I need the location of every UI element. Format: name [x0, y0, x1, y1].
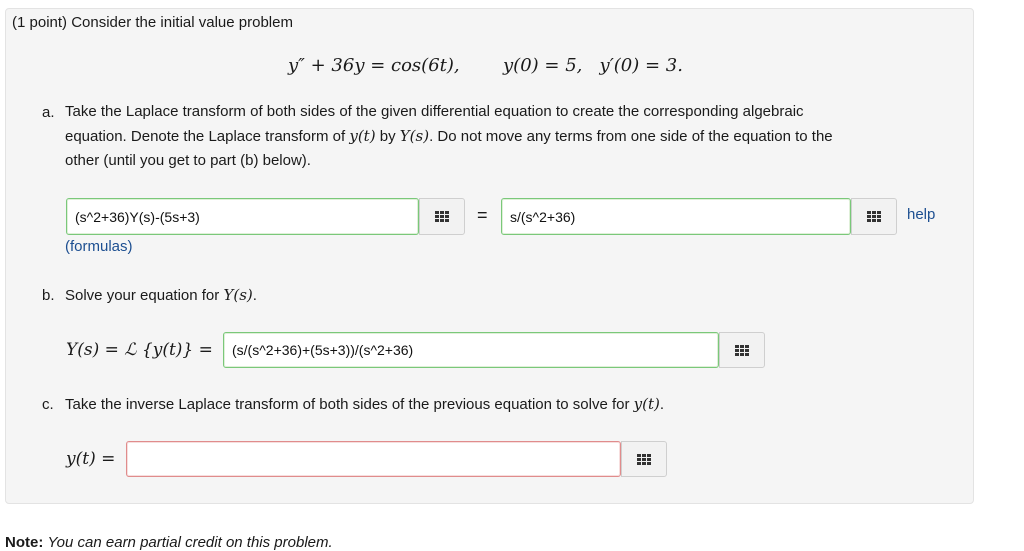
answer-a-left-input[interactable]: (s^2+36)Y(s)-(5s+3)	[66, 198, 419, 235]
part-a-line-2: equation. Denote the Laplace transform o…	[65, 124, 955, 149]
equation-editor-button-a-right[interactable]	[851, 198, 897, 235]
note-label: Note:	[5, 534, 44, 551]
math-Ys: Y(s)	[399, 127, 430, 145]
part-b-text-post: .	[252, 287, 257, 304]
part-c-text-pre: Take the inverse Laplace transform of bo…	[65, 396, 634, 413]
part-a-line-1: Take the Laplace transform of both sides…	[65, 103, 804, 120]
initial-conditions: y(0) = 5, y′(0) = 3.	[503, 55, 683, 76]
part-b-text: Solve your equation for Y(s).	[65, 283, 257, 308]
grid-icon	[435, 211, 449, 222]
note-text: You can earn partial credit on this prob…	[47, 534, 333, 551]
part-c-lhs: y(t) =	[66, 449, 116, 469]
part-b-text-pre: Solve your equation for	[65, 287, 224, 304]
math-yt: y(t)	[633, 395, 660, 413]
equation-editor-button-b[interactable]	[719, 332, 765, 368]
ode-equation: y″ + 36y = cos(6t),	[288, 55, 460, 76]
part-a-line-2-post: . Do not move any terms from one side of…	[429, 128, 833, 145]
help-link[interactable]: help	[907, 206, 935, 223]
math-yt: y(t)	[349, 127, 376, 145]
part-c-label: c.	[42, 396, 54, 413]
answer-a-right-input[interactable]: s/(s^2+36)	[501, 198, 851, 235]
grid-icon	[637, 453, 651, 465]
part-a-line-2-pre: equation. Denote the Laplace transform o…	[65, 128, 350, 145]
part-b-label: b.	[42, 287, 55, 304]
part-c-text-post: .	[659, 396, 665, 413]
answer-c-input[interactable]	[126, 441, 621, 477]
problem-intro: (1 point) Consider the initial value pro…	[12, 14, 293, 31]
answer-b-input[interactable]: (s/(s^2+36)+(5s+3))/(s^2+36)	[223, 332, 719, 368]
part-a-text: Take the Laplace transform of both sides…	[65, 100, 955, 173]
part-a-label: a.	[42, 104, 55, 121]
problem-panel	[5, 8, 974, 504]
equals-sign: =	[477, 205, 488, 225]
math-Ys: Y(s)	[223, 286, 253, 304]
grid-icon	[735, 344, 749, 356]
grid-icon	[867, 211, 881, 222]
formulas-link[interactable]: (formulas)	[65, 238, 133, 255]
equation-editor-button-c[interactable]	[621, 441, 667, 477]
partial-credit-note: Note: You can earn partial credit on thi…	[5, 534, 333, 551]
part-c-text: Take the inverse Laplace transform of bo…	[65, 392, 664, 417]
part-b-lhs: Y(s) = ℒ {y(t)} =	[66, 340, 213, 360]
equation-editor-button-a-left[interactable]	[419, 198, 465, 235]
part-a-line-2-mid: by	[375, 128, 400, 145]
part-a-line-3: other (until you get to part (b) below).	[65, 152, 311, 169]
